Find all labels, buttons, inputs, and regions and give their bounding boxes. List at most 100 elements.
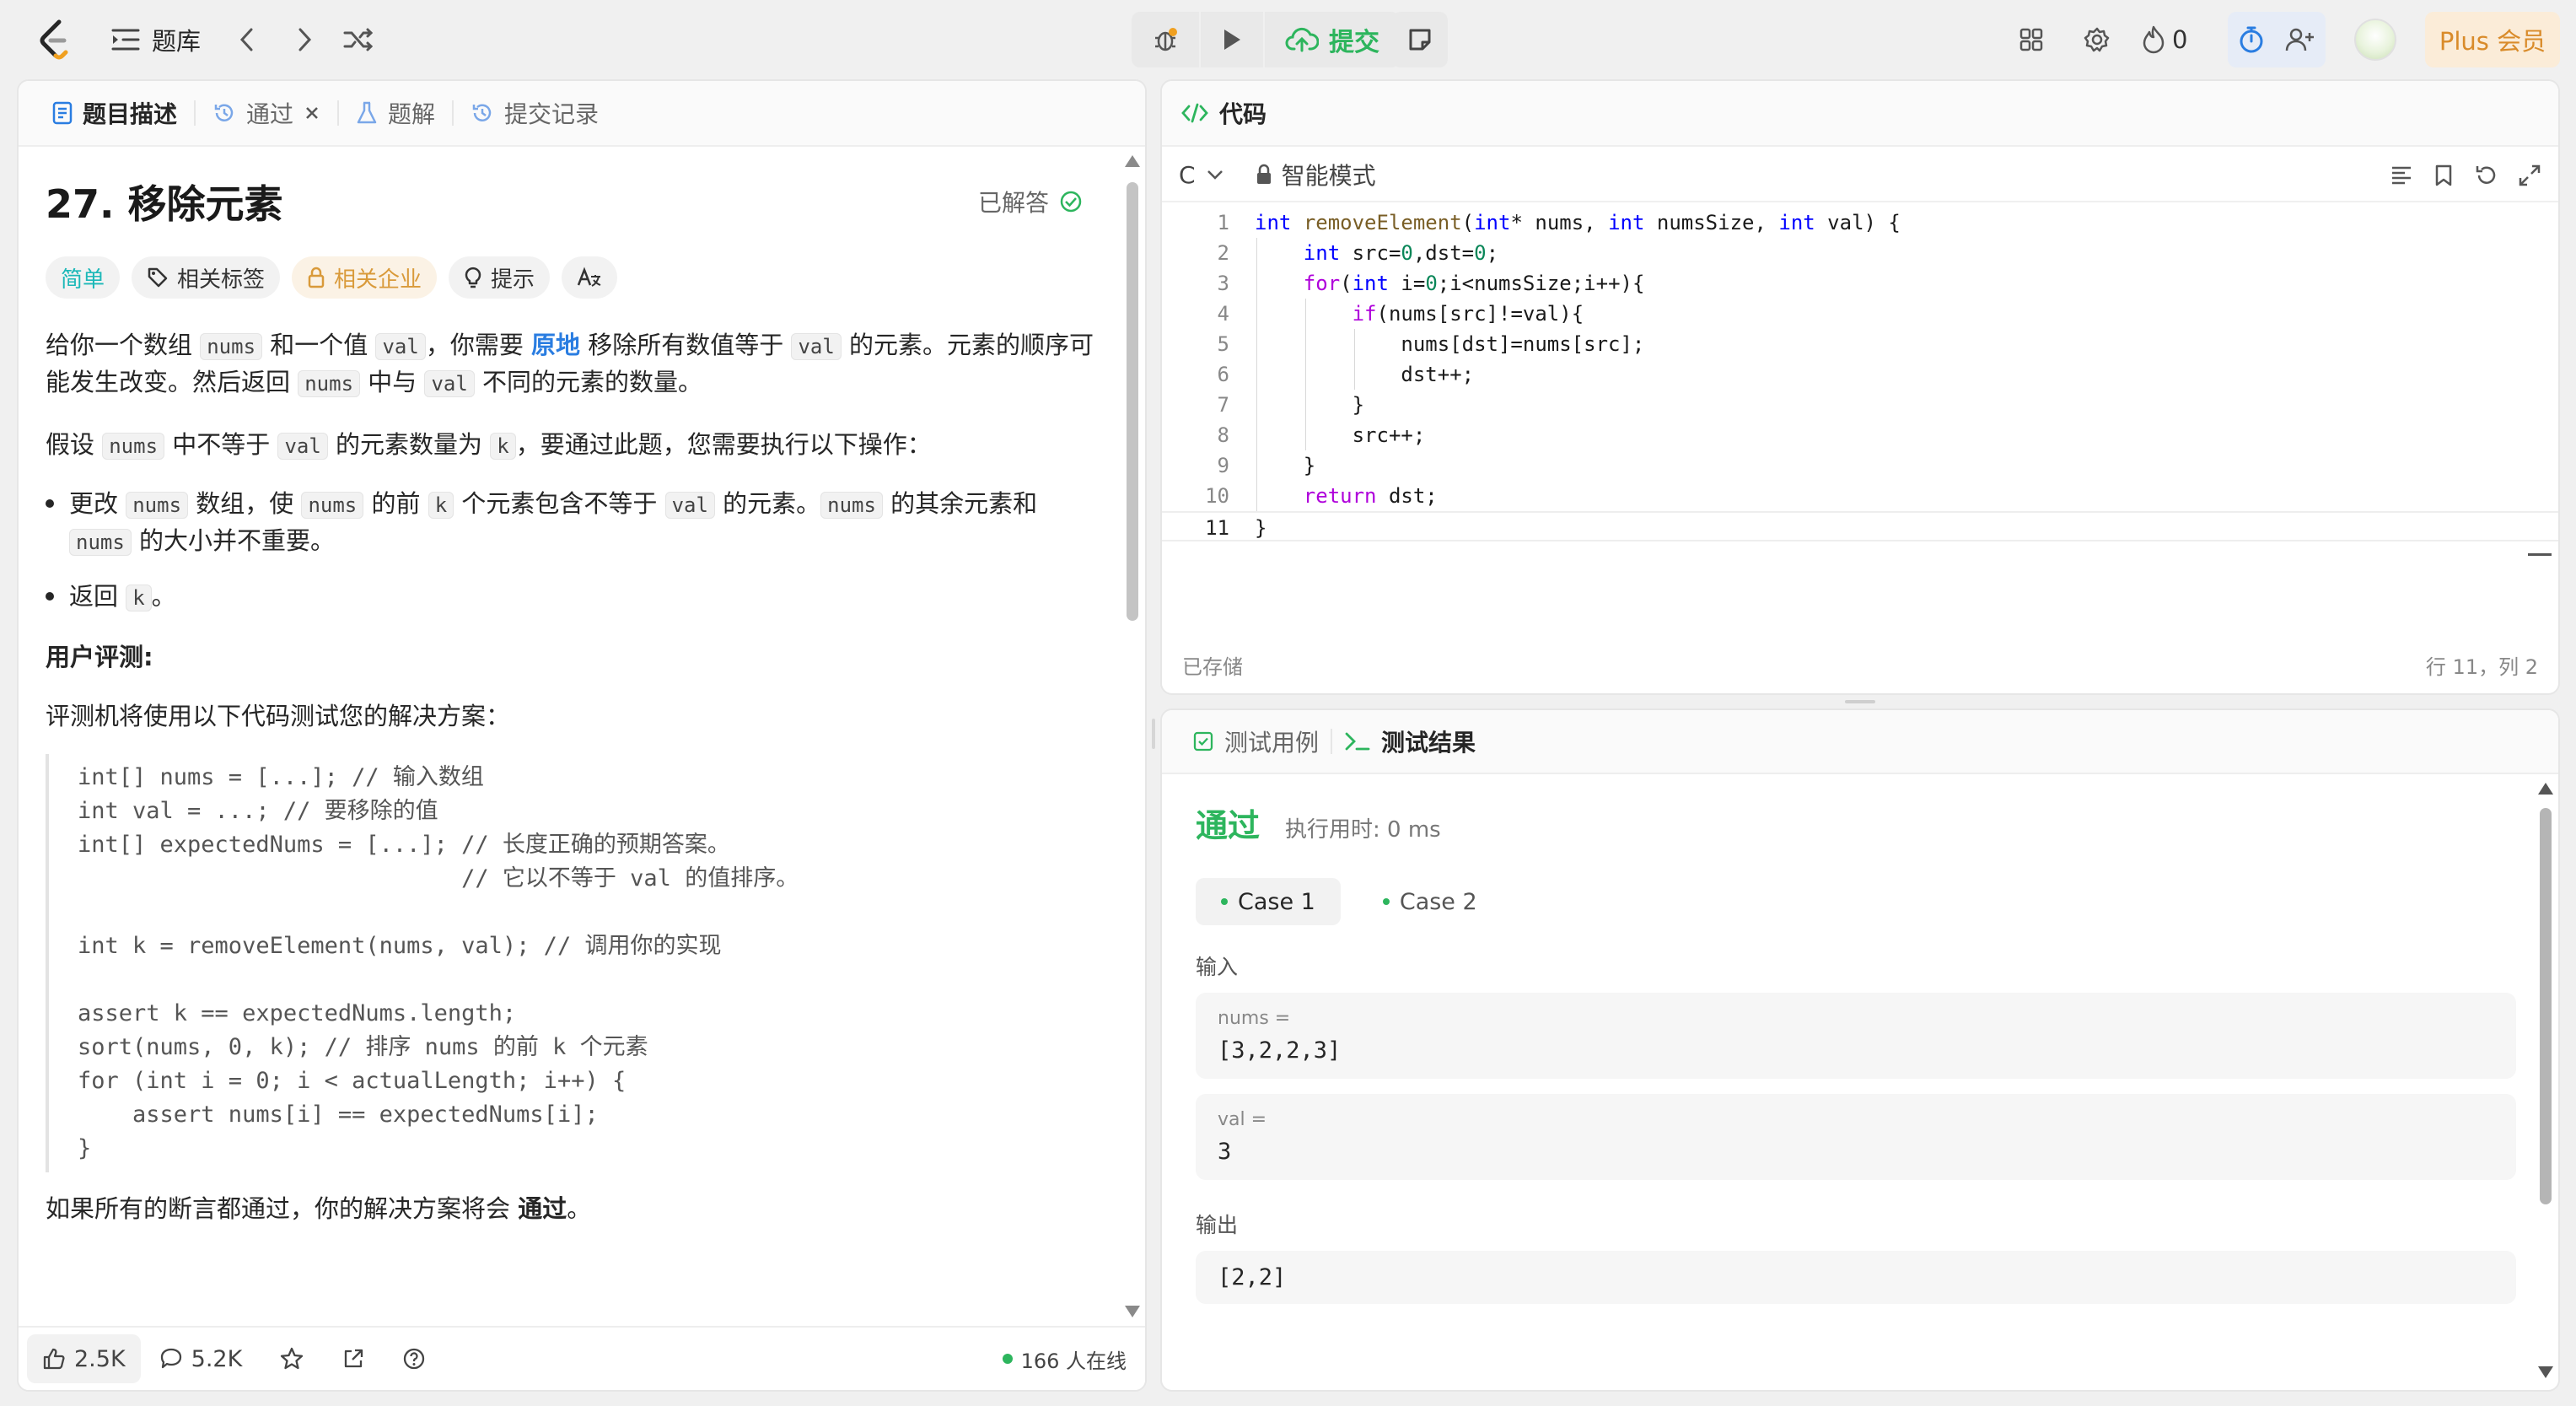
online-dot (1002, 1354, 1013, 1364)
page-title[interactable]: 27. 移除元素 (46, 174, 283, 229)
translate-button[interactable] (562, 256, 618, 299)
conclusion-paragraph: 如果所有的断言都通过，你的解决方案将会 通过。 (46, 1194, 592, 1223)
share-button[interactable] (323, 1347, 384, 1371)
result-body: 通过 执行用时: 0 ms Case 1 Case 2 输入 nums = [3… (1196, 800, 2516, 1304)
close-icon[interactable] (304, 105, 320, 121)
code-panel: 代码 C 智能模式 1 int removeElement(int* nums, … (1160, 79, 2560, 695)
code-editor[interactable]: 1 int removeElement(int* nums, int numsSi… (1162, 207, 2558, 629)
language-select[interactable]: C (1179, 161, 1224, 189)
tab-test-result[interactable]: 测试结果 (1332, 725, 1487, 758)
problem-description: 27. 移除元素 已解答 简单 相关标签 相关企业 提示 给你一个数组 nums… (46, 174, 1108, 1226)
difficulty-badge[interactable]: 简单 (46, 256, 121, 299)
problem-list-label: 题库 (152, 27, 202, 56)
format-icon[interactable] (2390, 164, 2413, 186)
user-avatar[interactable] (2354, 19, 2396, 61)
editor-toolbar: C 智能模式 (1162, 148, 2558, 202)
list-item: 更改 nums 数组，使 nums 的前 k 个元素包含不等于 val 的元素。… (46, 486, 1108, 560)
panel-resize-handle[interactable] (1845, 700, 1875, 703)
thumbs-up-icon (43, 1348, 65, 1370)
comments-button[interactable]: 5.2K (141, 1346, 261, 1372)
tag-icon (148, 267, 168, 288)
gear-icon (2084, 27, 2110, 52)
minimap-marker (2528, 553, 2552, 556)
stopwatch-icon[interactable] (2239, 25, 2264, 54)
debug-button[interactable] (1132, 12, 1199, 67)
panel-resize-handle-vertical[interactable] (1152, 719, 1155, 749)
problem-list-button[interactable]: 题库 (111, 20, 201, 59)
related-companies-button[interactable]: 相关企业 (292, 256, 438, 299)
add-friend-icon[interactable] (2285, 26, 2315, 53)
fullscreen-icon[interactable] (2518, 164, 2541, 187)
editor-status-bar: 已存储 行 11，列 2 (1182, 648, 2538, 681)
leetcode-logo-icon[interactable] (34, 19, 76, 61)
help-button[interactable] (384, 1347, 444, 1371)
next-problem-button[interactable] (285, 20, 324, 59)
comment-icon (160, 1348, 181, 1369)
input-label: 输入 (1196, 955, 1239, 979)
list-icon (111, 29, 140, 51)
star-icon (281, 1347, 304, 1370)
code-line: 1 int removeElement(int* nums, int numsSi… (1217, 211, 1901, 234)
tab-description-label: 题目描述 (83, 100, 178, 128)
chevron-left-icon (239, 28, 253, 51)
reset-icon[interactable] (2474, 164, 2498, 187)
check-circle-icon (1060, 191, 1082, 213)
run-submit-group: 提交 (1132, 12, 1400, 67)
settings-button[interactable] (2078, 20, 2116, 59)
like-button[interactable]: 2.5K (27, 1334, 141, 1383)
description-paragraph-2: 假设 nums 中不等于 val 的元素数量为 k ，要通过此题，您需要执行以下操… (46, 430, 932, 460)
case-tab-1[interactable]: Case 1 (1196, 878, 1341, 925)
favorite-button[interactable] (261, 1346, 323, 1371)
description-scrollbar[interactable] (1127, 182, 1138, 621)
streak-counter[interactable]: 0 (2142, 20, 2187, 59)
random-problem-button[interactable] (339, 20, 378, 59)
case-tabs: Case 1 Case 2 (1196, 878, 2516, 925)
flask-icon (357, 101, 377, 124)
prev-problem-button[interactable] (228, 20, 266, 59)
like-count: 2.5K (74, 1345, 126, 1372)
smart-mode-toggle[interactable]: 智能模式 (1255, 158, 1376, 191)
code-line: 11} (1162, 511, 2558, 541)
description-paragraph-1: 给你一个数组 nums 和一个值 val ，你需要 原地 移除所有数值等于 val… (46, 331, 1094, 397)
tab-accepted[interactable]: 通过 (196, 81, 337, 146)
tab-solutions[interactable]: 题解 (339, 81, 452, 146)
note-button[interactable] (1392, 12, 1448, 67)
scroll-up-arrow[interactable] (2538, 783, 2553, 795)
runtime-text: 执行用时: 0 ms (1285, 817, 1441, 843)
description-tabbar: 题目描述 通过 题解 提交记录 (19, 81, 1145, 147)
verdict-status: 通过 (1196, 807, 1261, 844)
scroll-down-arrow[interactable] (1125, 1306, 1140, 1317)
play-icon (1224, 30, 1240, 50)
history-icon (472, 104, 492, 121)
description-footer: 2.5K 5.2K 166 人在线 (19, 1326, 1145, 1390)
in-place-link[interactable]: 原地 (531, 331, 580, 359)
plus-membership-button[interactable]: Plus 会员 (2425, 12, 2560, 67)
case-tab-2[interactable]: Case 2 (1358, 878, 1503, 925)
result-scrollbar[interactable] (2540, 808, 2552, 1204)
input-box-nums: nums = [3,2,2,3] (1196, 993, 2516, 1079)
chevron-down-icon (1207, 170, 1223, 180)
scroll-up-arrow[interactable] (1125, 155, 1140, 167)
cursor-position: 行 11，列 2 (2425, 655, 2538, 679)
tab-description[interactable]: 题目描述 (35, 81, 194, 146)
code-line: 2 int src=0,dst=0; (1217, 241, 1499, 265)
code-tab-label[interactable]: 代码 (1219, 96, 1266, 130)
history-icon (214, 104, 234, 121)
run-button[interactable] (1201, 12, 1263, 67)
scroll-down-arrow[interactable] (2538, 1366, 2553, 1378)
layout-button[interactable] (2012, 20, 2051, 59)
description-panel: 题目描述 通过 题解 提交记录 27. 移除元素 已解答 简单 相关标签 相关企… (17, 79, 1147, 1392)
judge-title: 用户评测: (46, 643, 153, 671)
layout-grid-icon (2019, 28, 2043, 51)
hint-button[interactable]: 提示 (449, 256, 551, 299)
comment-count: 5.2K (191, 1345, 243, 1372)
tab-testcases[interactable]: 测试用例 (1180, 725, 1331, 758)
submit-button[interactable]: 提交 (1265, 12, 1400, 67)
help-circle-icon (404, 1348, 425, 1370)
related-tags-button[interactable]: 相关标签 (132, 256, 281, 299)
tab-submissions[interactable]: 提交记录 (454, 81, 616, 146)
code-line: 3 for(int i=0;i<numsSize;i++){ (1217, 272, 1645, 295)
bookmark-icon[interactable] (2433, 164, 2454, 187)
output-label: 输出 (1196, 1213, 1239, 1237)
judge-intro: 评测机将使用以下代码测试您的解决方案： (46, 702, 511, 730)
